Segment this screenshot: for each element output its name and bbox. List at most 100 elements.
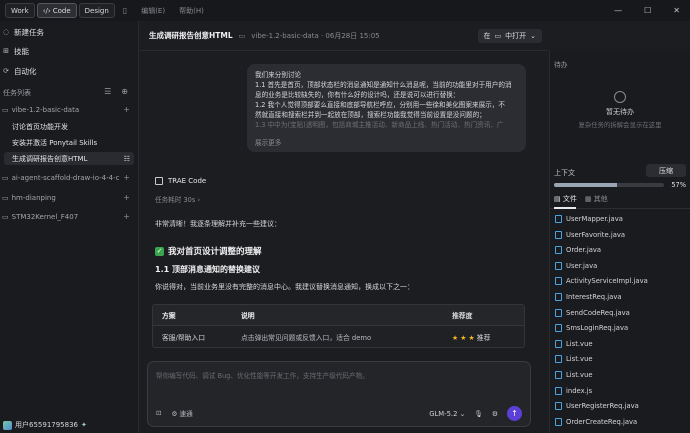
- folder-icon: ▭: [2, 105, 9, 114]
- folder-name: hm-dianping: [11, 193, 56, 202]
- microphone-icon[interactable]: 🎙: [474, 410, 483, 418]
- task-item[interactable]: 讨论首页功能开发: [12, 120, 68, 133]
- menu-help[interactable]: 帮助(H): [179, 6, 204, 16]
- task-item-active[interactable]: 生成调研报告创意HTML ☷: [4, 152, 134, 165]
- answer-subheading: 1.1 顶部消息通知的替换建议: [155, 265, 260, 274]
- chevron-down-icon: ⌄: [530, 32, 536, 40]
- sidebar-item-label: 自动化: [14, 66, 37, 76]
- file-item[interactable]: InterestReq.java: [555, 291, 622, 303]
- tab-files[interactable]: ▤ 文件: [554, 194, 577, 204]
- chat-header: 生成调研报告创意HTML ▭ vibe-1.2-basic-data · 06月…: [140, 21, 548, 51]
- file-item[interactable]: List.vue: [555, 353, 593, 365]
- task-list-label: 任务列表: [3, 89, 31, 97]
- tab-code[interactable]: ‹/› Code: [36, 3, 77, 18]
- send-button[interactable]: ↑: [507, 406, 522, 421]
- file-item[interactable]: UserRegisterReq.java: [555, 400, 639, 412]
- add-task-icon[interactable]: +: [123, 173, 130, 182]
- message-line: 息的业务是比较缺失的，你有什么好的设计吗，还是说可以进行替换：: [255, 91, 460, 99]
- file-name: UserFavorite.java: [566, 230, 626, 239]
- folder-item[interactable]: ▭ hm-dianping +: [2, 191, 136, 204]
- breadcrumb: vibe-1.2-basic-data · 06月28日 15:05: [251, 31, 380, 40]
- file-name: UserMapper.java: [566, 215, 623, 223]
- folder-icon: ▭: [494, 32, 502, 40]
- sidebar-item-automation[interactable]: ⟳ 自动化: [2, 64, 37, 78]
- file-name: InterestReq.java: [566, 293, 622, 301]
- composer-tools: ⊡ ⚙ 速通: [156, 408, 193, 418]
- sidebar-item-new-task[interactable]: ◌ 新建任务: [2, 25, 44, 39]
- file-icon: [555, 215, 562, 223]
- todo-label: 待办: [554, 61, 568, 69]
- mode-icon: ⚙: [171, 410, 180, 418]
- file-item[interactable]: Order.java: [555, 244, 601, 256]
- tab-indicator: [554, 207, 576, 209]
- file-item[interactable]: List.vue: [555, 369, 593, 381]
- folder-icon: ▭: [2, 173, 9, 182]
- add-task-icon[interactable]: +: [123, 212, 130, 221]
- maximize-icon[interactable]: ☐: [644, 6, 651, 15]
- show-more-link[interactable]: 展示更多: [255, 138, 281, 148]
- attach-icon[interactable]: ⊡: [156, 409, 162, 417]
- task-menu-icon[interactable]: ☷: [124, 155, 130, 163]
- folder-icon: ▭: [238, 31, 246, 40]
- tab-other[interactable]: ▦ 其他: [585, 194, 608, 204]
- menu-edit[interactable]: 编辑(E): [141, 6, 165, 16]
- folder-name: ai-agent-scaffold-draw-io-4-4-ch...: [11, 173, 120, 182]
- tab-design[interactable]: Design: [78, 3, 115, 18]
- file-icon: [555, 417, 562, 426]
- file-item[interactable]: SendCodeReq.java: [555, 307, 630, 319]
- task-duration[interactable]: 任务耗时 30s ›: [155, 194, 200, 204]
- file-item[interactable]: OrderCreateReq.java: [555, 416, 637, 428]
- open-in-button[interactable]: 在 ▭ 中打开 ⌄: [477, 29, 542, 43]
- open-in-label: 在: [483, 32, 491, 40]
- file-item[interactable]: index.js: [555, 385, 592, 397]
- file-item[interactable]: User.java: [555, 260, 597, 272]
- message-composer[interactable]: 帮你编写代码、调试 Bug、优化性能等开发工作，支持生产级代码产物。 ⊡ ⚙ 速…: [147, 361, 531, 427]
- filter-icon[interactable]: ☰: [104, 87, 111, 96]
- mode-selector[interactable]: ⚙ 速通: [172, 408, 193, 418]
- settings-icon[interactable]: ⚙: [492, 410, 498, 418]
- file-item[interactable]: ActivityServiceImpl.java: [555, 275, 648, 287]
- task-list-actions: ☰ ⊕: [104, 87, 128, 96]
- empty-title: 暂无待办: [606, 108, 634, 116]
- menu-bar: 编辑(E) 帮助(H): [141, 6, 204, 16]
- agent-header: TRAE Code: [155, 177, 206, 185]
- suggestion-table: 方案 说明 推荐度 客服/帮助入口 点击弹出常见问题或反馈入口，适合 demo …: [152, 304, 525, 348]
- file-item[interactable]: UserFavorite.java: [555, 229, 625, 241]
- close-icon[interactable]: ✕: [673, 6, 680, 15]
- folder-item[interactable]: ▭ STM32Kernel_F407 +: [2, 210, 136, 223]
- user-name: 用户65591795836: [15, 421, 78, 429]
- recommend-label: 推荐: [476, 333, 491, 342]
- composer-actions: GLM-5.2 ⌄ 🎙 ⚙ ↑: [429, 406, 522, 421]
- code-icon: ‹/›: [42, 6, 51, 15]
- file-name: UserRegisterReq.java: [566, 402, 639, 411]
- file-item[interactable]: SmsLoginReq.java: [555, 322, 628, 334]
- file-item[interactable]: UserMapper.java: [555, 213, 623, 225]
- add-task-icon[interactable]: +: [123, 105, 130, 114]
- tab-work[interactable]: Work: [5, 3, 35, 18]
- trae-logo-icon: [155, 177, 163, 185]
- add-task-icon[interactable]: +: [123, 193, 130, 202]
- empty-subtitle: 复杂任务的拆解会显示在这里: [578, 121, 662, 129]
- answer-heading-text: 我对首页设计调整的理解: [168, 247, 262, 257]
- automation-icon: ⟳: [3, 67, 9, 75]
- sidebar-item-skills[interactable]: ⊞ 技能: [2, 44, 29, 58]
- file-icon: [555, 246, 562, 255]
- minimize-icon[interactable]: —: [614, 6, 622, 15]
- task-label: 生成调研报告创意HTML: [12, 154, 88, 163]
- add-folder-icon[interactable]: ⊕: [121, 87, 128, 96]
- chat-plus-icon: ◌: [2, 28, 10, 36]
- folder-item[interactable]: ▭ ai-agent-scaffold-draw-io-4-4-ch... +: [2, 171, 136, 184]
- folder-item[interactable]: ▭ vibe-1.2-basic-data +: [2, 103, 136, 116]
- sidebar-toggle-icon[interactable]: ▯: [123, 6, 127, 15]
- folder-name: STM32Kernel_F407: [11, 212, 79, 221]
- compress-button[interactable]: 压缩: [646, 164, 686, 177]
- file-item[interactable]: List.vue: [555, 338, 593, 350]
- other-icon: ▦: [584, 195, 594, 203]
- answer-paragraph: 你说得对，当前业务里没有完整的消息中心。我建议替换消息通知，换成以下之一：: [155, 283, 414, 291]
- mode-tabs: Work ‹/› Code Design: [5, 3, 115, 18]
- sidebar-item-label: 技能: [14, 46, 29, 56]
- task-item[interactable]: 安装并激活 Ponytail Skills: [12, 136, 97, 149]
- message-line-faded: 1.3 中中为(宝贴)透明图，包括商城主推活动、新商品上线、热门活动、热门资讯、…: [255, 121, 504, 129]
- model-selector[interactable]: GLM-5.2 ⌄: [429, 410, 465, 418]
- user-profile[interactable]: 用户65591795836 ✦: [3, 420, 87, 430]
